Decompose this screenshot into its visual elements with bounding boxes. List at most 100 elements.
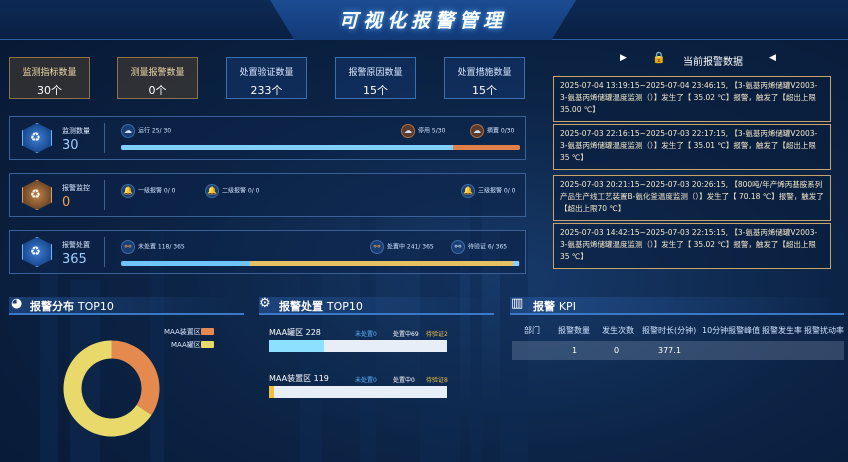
table-row[interactable]: 1 0 377.1 [512, 341, 844, 360]
legend-label: MAA罐区 [171, 341, 201, 349]
verifying-stat: ⚯ 待验证 6/ 365 [451, 240, 507, 254]
kpi-tile-alarm-count[interactable]: 测量报警数量 0个 [117, 57, 198, 99]
gear-icon: ⚙ [259, 296, 271, 311]
distribution-title-en: TOP10 [77, 300, 114, 313]
kpi-label: 处置验证数量 [239, 68, 294, 78]
alarm-lock-icon: 🔒 [652, 51, 666, 64]
zone-bar-fill [269, 386, 274, 398]
kpi-value: 0个 [148, 84, 167, 97]
running-progress [121, 145, 453, 150]
cloud-icon: ☁ [121, 124, 135, 138]
cell-occurrences: 0 [614, 346, 620, 355]
alarm-kpi-title-cn: 报警 [533, 300, 555, 313]
level1-stat: 🔔 一级报警 0/ 0 [121, 184, 175, 198]
col-header: 报警发生率 [762, 326, 802, 335]
col-header: 部门 [524, 326, 540, 335]
kpi-tile-monitor-count[interactable]: 监测指标数量 30个 [9, 57, 90, 99]
bell-icon: 🔔 [121, 184, 135, 198]
disposal-progress [121, 261, 520, 266]
bar-chart-icon: ▥ [511, 296, 524, 311]
legend-label: MAA装置区 [164, 328, 201, 336]
recycle-icon: ♻ [30, 130, 41, 144]
kpi-value: 233个 [250, 84, 283, 97]
bell-icon: 🔔 [461, 184, 475, 198]
distribution-title-cn: 报警分布 [30, 300, 74, 313]
recycle-icon: ♻ [30, 187, 41, 201]
running-stat: ☁ 运行 25/ 30 [121, 124, 171, 138]
handling-stat: ⚯ 处置中 241/ 365 [370, 240, 434, 254]
recycle-icon: ♻ [30, 244, 41, 258]
cloud-icon: ☁ [470, 124, 484, 138]
alarm-panel-title: 当前报警数据 [683, 57, 743, 68]
disposal-value: 365 [62, 252, 87, 267]
monitor-panel: ♻ 监测数量 30 ☁ 运行 25/ 30 ☁ 停用 5/30 ☁ 摘置 0/30 [9, 116, 526, 160]
kpi-table-header: 部门 报警数量 发生次数 报警时长(分钟) 10分钟报警峰值 报警发生率 报警扰… [512, 320, 844, 340]
page-title: 可视化报警管理 [338, 10, 507, 32]
kpi-label: 监测指标数量 [22, 68, 77, 78]
alarm-level-label: 报警监控 [62, 184, 90, 192]
prev-arrow-icon[interactable]: ▶ [620, 53, 627, 63]
unhandled-progress [121, 261, 250, 266]
disposal-top-title-en: TOP10 [326, 300, 363, 313]
level2-stat: 🔔 二级报警 0/ 0 [205, 184, 259, 198]
alarm-kpi-title-en: KPI [558, 300, 576, 313]
verifying-progress [513, 261, 519, 266]
stopped-text: 停用 5/30 [418, 127, 446, 135]
removed-text: 摘置 0/30 [487, 127, 515, 135]
verifying-text: 待验证 6/ 365 [468, 243, 508, 251]
disposal-top-title: 报警处置 TOP10 [279, 298, 363, 314]
running-text: 运行 25/ 30 [138, 127, 172, 135]
kpi-value: 30个 [37, 84, 62, 97]
share-icon: ⚯ [451, 240, 465, 254]
kpi-value: 15个 [472, 84, 497, 97]
zone-bar [269, 340, 447, 352]
monitor-label: 监测数量 [62, 127, 90, 135]
level1-text: 一级报警 0/ 0 [138, 187, 176, 195]
zone-bar-fill [269, 340, 324, 352]
stopped-stat: ☁ 停用 5/30 [401, 124, 445, 138]
zone-verify: 待验证8 [426, 377, 448, 384]
kpi-value: 15个 [363, 84, 388, 97]
kpi-tile-cause-count[interactable]: 报警原因数量 15个 [335, 57, 416, 99]
handling-progress [250, 261, 513, 266]
disposal-label: 报警处置 [62, 241, 90, 249]
kpi-tile-verify-count[interactable]: 处置验证数量 233个 [226, 57, 307, 99]
disposal-top-title-cn: 报警处置 [279, 300, 323, 313]
handling-text: 处置中 241/ 365 [387, 243, 434, 251]
alarm-distribution-donut [63, 340, 160, 437]
distribution-title: 报警分布 TOP10 [30, 298, 114, 314]
share-icon: ⚯ [370, 240, 384, 254]
level3-text: 三级报警 0/ 0 [478, 187, 516, 195]
cell-duration: 377.1 [658, 346, 681, 355]
zone-handling: 处置中69 [393, 331, 419, 338]
col-header: 报警数量 [558, 326, 590, 335]
legend-swatch [201, 341, 214, 348]
kpi-label: 处置措施数量 [457, 68, 512, 78]
alarm-card[interactable]: 2025-07-03 20:21:15~2025-07-03 20:26:15,… [553, 175, 831, 221]
alarm-card[interactable]: 2025-07-03 14:42:15~2025-07-03 22:15:15,… [553, 223, 831, 269]
zone-label: MAA罐区 228 [269, 328, 321, 337]
alarm-card[interactable]: 2025-07-03 22:16:15~2025-07-03 22:17:15,… [553, 124, 831, 170]
zone-unhandled: 未处置0 [355, 377, 377, 384]
unhandled-text: 未处置 118/ 365 [138, 243, 185, 251]
alarm-level-value: 0 [62, 195, 71, 210]
donut-slice-0[interactable] [111, 340, 160, 415]
next-arrow-icon[interactable]: ◀ [769, 53, 776, 63]
unhandled-stat: ⚯ 未处置 118/ 365 [121, 240, 185, 254]
zone-bar [269, 386, 447, 398]
stopped-progress [453, 145, 520, 150]
disposal-panel: ♻ 报警处置 365 ⚯ 未处置 118/ 365 ⚯ 处置中 241/ 365 ⚯… [9, 230, 526, 274]
monitor-value: 30 [62, 138, 79, 153]
kpi-label: 测量报警数量 [130, 68, 185, 78]
alarm-kpi-title: 报警 KPI [533, 298, 576, 314]
alarm-card[interactable]: 2025-07-04 13:19:15~2025-07-04 23:46:15,… [553, 76, 831, 122]
col-header: 报警时长(分钟) [642, 326, 697, 335]
cloud-icon: ☁ [401, 124, 415, 138]
level2-text: 二级报警 0/ 0 [222, 187, 260, 195]
col-header: 10分钟报警峰值 [702, 326, 761, 335]
cell-alarm-count: 1 [572, 346, 578, 355]
zone-unhandled: 未处置0 [355, 331, 377, 338]
zone-label: MAA装置区 119 [269, 374, 329, 383]
kpi-tile-measure-count[interactable]: 处置措施数量 15个 [444, 57, 525, 99]
kpi-label: 报警原因数量 [348, 68, 403, 78]
